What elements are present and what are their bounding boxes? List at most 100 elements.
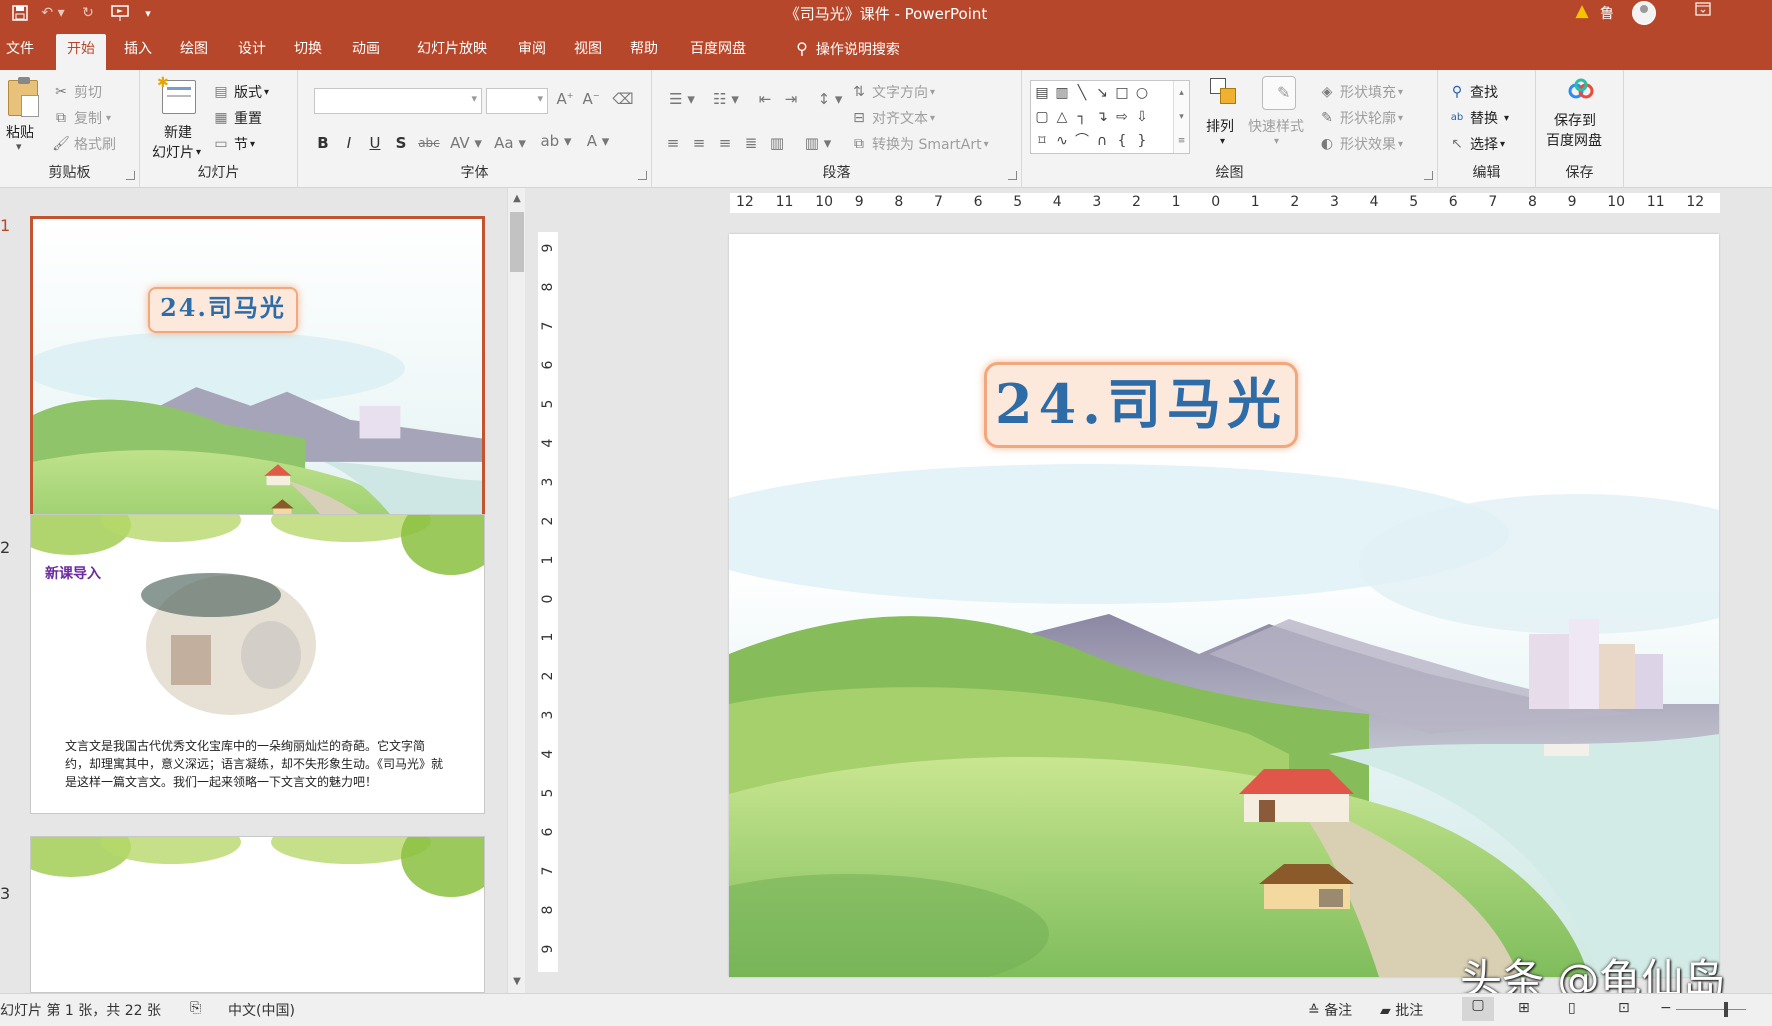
convert-smartart-button[interactable]: ⧉ 转换为 SmartArt ▾ — [850, 134, 989, 154]
decrease-indent-icon[interactable]: ⇤ — [754, 90, 776, 108]
slide-thumbnail-2[interactable]: 新课导入 文言文是我国古代优秀文化宝库中的一朵绚丽灿烂的奇葩。它文字简约，却理寓… — [30, 514, 485, 814]
tab-review[interactable]: 审阅 — [512, 34, 552, 70]
font-name-combo[interactable] — [314, 88, 482, 114]
zoom-slider[interactable] — [1676, 1009, 1746, 1010]
new-slide-label-1[interactable]: 新建 — [164, 122, 192, 142]
shape-effects-button[interactable]: ◐ 形状效果 ▾ — [1318, 134, 1403, 154]
quick-styles-dropdown-icon[interactable]: ▾ — [1274, 136, 1279, 147]
paste-button[interactable]: 粘贴 — [6, 122, 34, 142]
numbering-icon[interactable]: ☷ ▾ — [706, 90, 746, 108]
warning-icon[interactable]: ▲ — [1570, 1, 1594, 23]
triangle-shape-icon[interactable]: △ — [1053, 109, 1071, 125]
clear-formatting-icon[interactable]: ⌫ — [612, 90, 634, 108]
left-brace-shape-icon[interactable]: { — [1113, 133, 1131, 149]
increase-indent-icon[interactable]: ⇥ — [780, 90, 802, 108]
zoom-out-icon[interactable]: − — [1660, 1000, 1672, 1016]
layout-button[interactable]: ▤ 版式 ▾ — [212, 82, 269, 102]
arrange-button[interactable]: 排列 — [1206, 116, 1234, 136]
thumbnails-scrollbar[interactable]: ▲ ▼ — [507, 188, 525, 993]
rectangle-shape-icon[interactable]: □ — [1113, 85, 1131, 101]
right-arrow-shape-icon[interactable]: ⇨ — [1113, 109, 1131, 125]
avatar[interactable] — [1632, 1, 1656, 25]
text-direction-button[interactable]: ⇅ 文字方向 ▾ — [850, 82, 935, 102]
reset-button[interactable]: ▦ 重置 — [212, 108, 262, 128]
find-button[interactable]: ⚲ 查找 — [1448, 82, 1498, 102]
elbow-arrow-shape-icon[interactable]: ↴ — [1093, 109, 1111, 125]
character-spacing-icon[interactable]: AV ▾ — [448, 134, 484, 152]
zoom-slider-knob[interactable] — [1724, 1002, 1728, 1017]
ribbon-display-options-icon[interactable] — [1690, 2, 1716, 24]
section-button[interactable]: ▭ 节 ▾ — [212, 134, 255, 154]
quick-styles-button[interactable]: 快速样式 — [1248, 116, 1304, 136]
justify-icon[interactable]: ≣ — [740, 134, 762, 152]
save-to-baidu-button[interactable]: 百度网盘 — [1546, 130, 1602, 150]
comments-button[interactable]: ▰ 批注 — [1380, 1000, 1423, 1020]
tab-baidu-netdisk[interactable]: 百度网盘 — [682, 34, 754, 70]
tell-me-search[interactable]: ⚲ 操作说明搜索 — [778, 34, 918, 70]
slide-count-status[interactable]: 幻灯片 第 1 张，共 22 张 — [0, 1000, 161, 1020]
replace-button[interactable]: ab 替换 ▾ — [1448, 108, 1509, 128]
shapes-gallery[interactable]: ▤ ▥ ╲ ↘ □ ○ ▢ △ ┐ ↴ ⇨ ⇩ ⌑ ∿ ⌒ ∩ { } ▴ ▾ ≡ — [1030, 80, 1190, 154]
shape-fill-button[interactable]: ◈ 形状填充 ▾ — [1318, 82, 1403, 102]
align-center-icon[interactable]: ≡ — [688, 134, 710, 152]
bullets-icon[interactable]: ☰ ▾ — [662, 90, 702, 108]
user-name[interactable]: 鲁 — [1600, 3, 1614, 23]
right-brace-shape-icon[interactable]: } — [1133, 133, 1151, 149]
paste-dropdown-icon[interactable]: ▾ — [16, 140, 22, 153]
font-color-icon[interactable]: A ▾ — [580, 132, 616, 150]
slide-thumbnail-3[interactable] — [30, 836, 485, 993]
line-shape-icon[interactable]: ╲ — [1073, 85, 1091, 101]
strikethrough-icon[interactable]: abc — [418, 136, 440, 150]
normal-view-icon[interactable]: ▢ — [1462, 997, 1494, 1021]
tab-insert[interactable]: 插入 — [118, 34, 158, 70]
tab-home[interactable]: 开始 — [56, 34, 106, 70]
oval-shape-icon[interactable]: ○ — [1133, 85, 1151, 101]
save-to-baidu-label-1[interactable]: 保存到 — [1554, 110, 1596, 130]
decrease-font-size-icon[interactable]: A− — [580, 90, 602, 108]
arc-shape-icon[interactable]: ⌒ — [1073, 133, 1091, 149]
tab-draw[interactable]: 绘图 — [174, 34, 214, 70]
arrange-dropdown-icon[interactable]: ▾ — [1220, 136, 1225, 147]
italic-icon[interactable]: I — [338, 134, 360, 152]
vertical-text-box-shape-icon[interactable]: ▥ — [1053, 85, 1071, 101]
notes-button[interactable]: ≙ 备注 — [1308, 1000, 1352, 1020]
tab-file[interactable]: 文件 — [0, 34, 40, 70]
font-size-combo[interactable] — [486, 88, 548, 114]
new-slide-button[interactable]: 幻灯片 ▾ — [152, 142, 201, 162]
shape-outline-button[interactable]: ✎ 形状轮廓 ▾ — [1318, 108, 1403, 128]
tab-animations[interactable]: 动画 — [346, 34, 386, 70]
scroll-up-icon[interactable]: ▲ — [508, 190, 526, 208]
reading-view-icon[interactable]: ▯ — [1568, 1000, 1576, 1016]
curve-shape-icon[interactable]: ∩ — [1093, 133, 1111, 149]
slideshow-view-icon[interactable]: ⊡ — [1618, 1000, 1630, 1016]
tab-slideshow[interactable]: 幻灯片放映 — [404, 34, 500, 70]
change-case-icon[interactable]: Aa ▾ — [492, 134, 528, 152]
freeform-shape-icon[interactable]: ⌑ — [1033, 133, 1051, 149]
font-dialog-launcher[interactable] — [638, 171, 647, 180]
text-box-shape-icon[interactable]: ▤ — [1033, 85, 1051, 101]
drawing-dialog-launcher[interactable] — [1424, 171, 1433, 180]
tab-help[interactable]: 帮助 — [624, 34, 664, 70]
copy-button[interactable]: ⧉ 复制 ▾ — [52, 108, 111, 128]
select-button[interactable]: ↖ 选择 ▾ — [1448, 134, 1505, 154]
columns-icon[interactable]: ▥ ▾ — [800, 134, 836, 152]
increase-font-size-icon[interactable]: A+ — [554, 90, 576, 108]
cut-button[interactable]: ✂ 剪切 — [52, 82, 102, 102]
rounded-rectangle-shape-icon[interactable]: ▢ — [1033, 109, 1051, 125]
scrollbar-thumb[interactable] — [510, 212, 524, 272]
slide-canvas[interactable]: 24.司马光 — [729, 234, 1719, 977]
scribble-shape-icon[interactable]: ∿ — [1053, 133, 1071, 149]
spell-check-icon[interactable]: ⎘ — [190, 1000, 201, 1016]
bold-icon[interactable]: B — [312, 134, 334, 152]
underline-icon[interactable]: U — [364, 134, 386, 152]
align-text-button[interactable]: ⊟ 对齐文本 ▾ — [850, 108, 935, 128]
tab-design[interactable]: 设计 — [232, 34, 272, 70]
arrow-line-shape-icon[interactable]: ↘ — [1093, 85, 1111, 101]
distributed-icon[interactable]: ▥ — [766, 134, 788, 152]
scroll-down-icon[interactable]: ▼ — [508, 973, 526, 991]
align-right-icon[interactable]: ≡ — [714, 134, 736, 152]
line-spacing-icon[interactable]: ↕ ▾ — [812, 90, 848, 108]
tab-view[interactable]: 视图 — [568, 34, 608, 70]
down-arrow-shape-icon[interactable]: ⇩ — [1133, 109, 1151, 125]
slide-sorter-icon[interactable]: ⊞ — [1518, 1000, 1530, 1016]
